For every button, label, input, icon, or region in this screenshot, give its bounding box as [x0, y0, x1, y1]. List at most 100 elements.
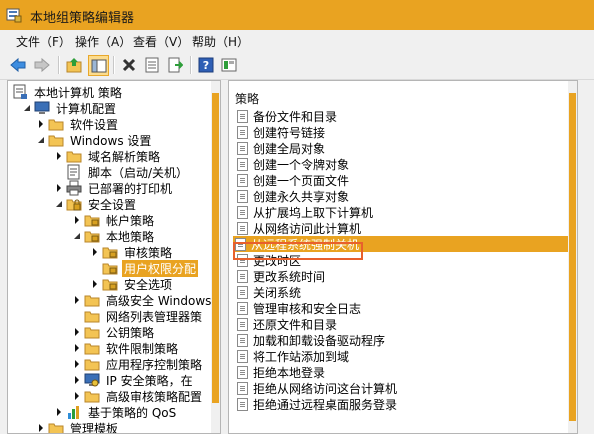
policy-name: 创建永久共享对象 [253, 189, 350, 204]
expand-arrow-icon[interactable] [36, 420, 46, 433]
toolbar-separator [190, 56, 192, 74]
expand-arrow-icon[interactable] [72, 324, 82, 340]
policy-document-icon [235, 205, 249, 220]
menu-bar: 文件（F） 操作（A） 查看（V） 帮助（H） [0, 30, 594, 52]
delete-icon[interactable] [119, 55, 139, 75]
folder-icon [84, 324, 100, 340]
tree-item-label: 公钥策略 [106, 325, 155, 340]
tree-item[interactable]: 用户权限分配 [90, 259, 199, 277]
help-icon[interactable]: ? [196, 55, 216, 75]
printer-icon [66, 180, 82, 196]
policy-document-icon [235, 397, 249, 412]
expand-arrow-icon[interactable] [90, 244, 100, 260]
collapse-arrow-icon[interactable] [54, 196, 64, 212]
policy-list-item[interactable]: 创建一个令牌对象 [235, 156, 565, 172]
menu-file[interactable]: 文件（F） [16, 33, 71, 50]
expand-arrow-icon[interactable] [72, 340, 82, 356]
expand-arrow-icon[interactable] [54, 148, 64, 164]
policy-list-item[interactable]: 关闭系统 [235, 284, 565, 300]
policy-list-item[interactable]: 从扩展坞上取下计算机 [235, 204, 565, 220]
tree-item[interactable]: 已部署的打印机 [54, 180, 174, 196]
tree-item[interactable]: 高级安全 Windows [72, 292, 213, 308]
policy-list-item[interactable]: 加载和卸载设备驱动程序 [235, 332, 565, 348]
expand-arrow-icon[interactable] [54, 404, 64, 420]
tree-item[interactable]: 本地策略 [72, 228, 156, 244]
policy-list-item[interactable]: 创建符号链接 [235, 124, 565, 140]
tree-item[interactable]: 帐户策略 [72, 212, 156, 228]
tree-scrollbar-thumb[interactable] [212, 93, 219, 403]
tree-item-label: Windows 设置 [70, 133, 152, 148]
expand-arrow-icon[interactable] [54, 180, 64, 196]
tree-item[interactable]: 软件限制策略 [72, 340, 180, 356]
qos-chart-icon [66, 404, 82, 420]
tree-item[interactable]: 管理模板 [36, 420, 120, 434]
tree-item[interactable]: 网络列表管理器策 [72, 308, 204, 324]
tree-item[interactable]: 计算机配置 [22, 100, 118, 116]
tree-item[interactable]: 公钥策略 [72, 324, 156, 340]
collapse-arrow-icon[interactable] [22, 100, 32, 116]
policy-list-item[interactable]: 创建一个页面文件 [235, 172, 565, 188]
policy-document-icon [235, 141, 249, 156]
tree-item[interactable]: 域名解析策略 [54, 148, 162, 164]
window-title: 本地组策略编辑器 [30, 11, 135, 26]
back-arrow-icon[interactable] [8, 55, 28, 75]
policy-list-item[interactable]: 创建全局对象 [235, 140, 565, 156]
show-hide-tree-icon[interactable] [88, 55, 109, 76]
view-icon[interactable] [219, 55, 239, 75]
up-folder-icon[interactable] [64, 55, 84, 75]
tree-item-label: 管理模板 [70, 421, 119, 434]
policy-list-item[interactable]: 拒绝本地登录 [235, 364, 565, 380]
tree-item[interactable]: 软件设置 [36, 116, 120, 132]
console-tree[interactable]: 本地计算机 策略 计算机配置 软件设置 Windows 设置 域名解析策略 脚本（启动/关… [7, 80, 221, 434]
policy-list-item[interactable]: 从网络访问此计算机 [235, 220, 565, 236]
tree-item[interactable]: 脚本（启动/关机） [54, 164, 190, 180]
tree-scrollbar[interactable] [211, 81, 220, 433]
expand-arrow-icon[interactable] [72, 292, 82, 308]
tree-item[interactable]: Windows 设置 [36, 132, 153, 148]
collapse-arrow-icon[interactable] [36, 132, 46, 148]
ip-security-icon [84, 372, 100, 388]
tree-item[interactable]: IP 安全策略，在 [72, 372, 195, 388]
gpedit-app-icon [6, 7, 22, 23]
policy-list[interactable]: 策略 备份文件和目录 创建符号链接 创建全局对象 创建一个令牌对象 创建一个页面文件 创建… [228, 80, 578, 434]
tree-item[interactable]: 基于策略的 QoS [54, 404, 178, 420]
menu-help[interactable]: 帮助（H） [192, 33, 249, 50]
policy-list-item[interactable]: 管理审核和安全日志 [235, 300, 565, 316]
forward-arrow-icon[interactable] [32, 55, 52, 75]
tree-item[interactable]: 安全选项 [90, 276, 174, 292]
policy-name: 从网络访问此计算机 [253, 221, 362, 236]
policy-name: 加载和卸载设备驱动程序 [253, 333, 386, 348]
tree-item[interactable]: 审核策略 [90, 244, 174, 260]
policy-list-item[interactable]: 更改系统时间 [235, 268, 565, 284]
tree-item-label: 域名解析策略 [88, 149, 161, 164]
tree-item[interactable]: 应用程序控制策略 [72, 356, 204, 372]
expand-arrow-icon[interactable] [72, 212, 82, 228]
collapse-arrow-icon[interactable] [72, 228, 82, 244]
policy-list-item[interactable]: 还原文件和目录 [235, 316, 565, 332]
expand-arrow-icon[interactable] [72, 372, 82, 388]
tree-item[interactable]: 高级审核策略配置 [72, 388, 204, 404]
tree-item-label: 高级审核策略配置 [106, 389, 203, 404]
tree-item[interactable]: 本地计算机 策略 [12, 84, 124, 100]
expand-arrow-icon[interactable] [72, 388, 82, 404]
properties-icon[interactable] [142, 55, 162, 75]
expand-arrow-icon[interactable] [36, 116, 46, 132]
tree-item-label: 本地计算机 策略 [34, 85, 122, 100]
list-scrollbar[interactable] [568, 81, 577, 433]
expand-arrow-icon[interactable] [72, 356, 82, 372]
policy-document-icon [235, 349, 249, 364]
policy-list-item[interactable]: 将工作站添加到域 [235, 348, 565, 364]
export-list-icon[interactable] [165, 55, 185, 75]
menu-action[interactable]: 操作（A） [75, 33, 131, 50]
policy-list-item[interactable]: 拒绝通过远程桌面服务登录 [235, 396, 565, 412]
tree-item[interactable]: 安全设置 [54, 196, 138, 212]
list-scrollbar-thumb[interactable] [569, 93, 576, 421]
column-header-policy[interactable]: 策略 [235, 90, 259, 107]
policy-list-item[interactable]: 备份文件和目录 [235, 108, 565, 124]
policy-list-item[interactable]: 拒绝从网络访问这台计算机 [235, 380, 565, 396]
policy-list-item[interactable]: 创建永久共享对象 [235, 188, 565, 204]
menu-view[interactable]: 查看（V） [133, 33, 189, 50]
expand-arrow-icon[interactable] [90, 276, 100, 292]
